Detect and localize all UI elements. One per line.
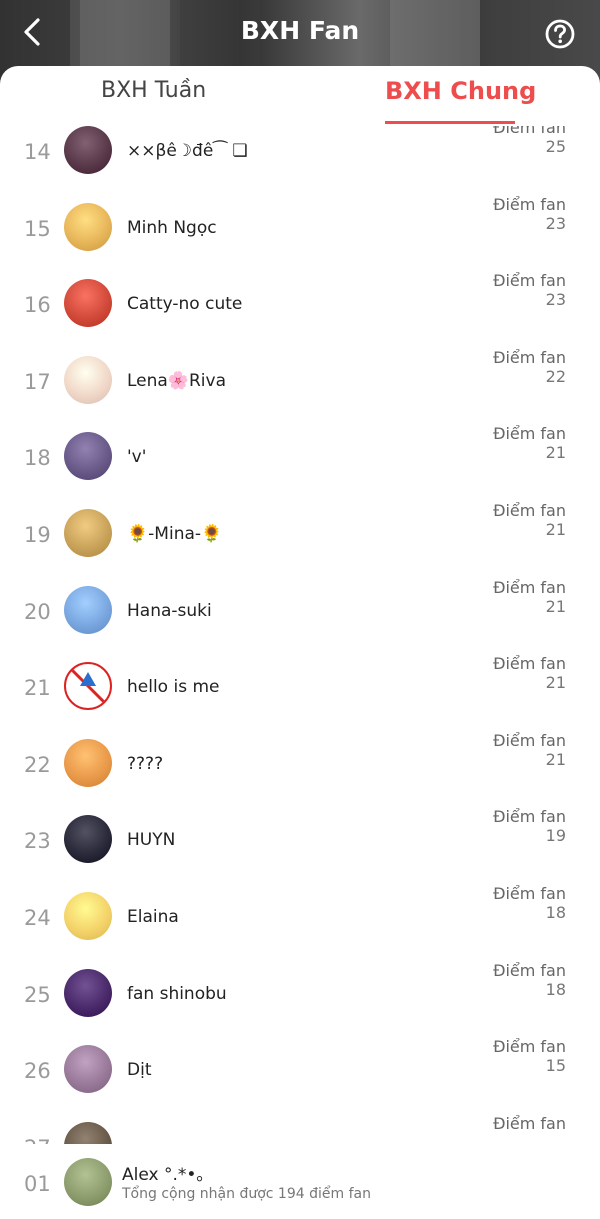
score-label: Điểm fan xyxy=(493,884,566,903)
page-title: BXH Fan xyxy=(240,16,360,45)
score-value: 21 xyxy=(545,673,566,693)
avatar[interactable] xyxy=(64,892,112,940)
question-circle-icon[interactable] xyxy=(544,18,576,50)
rank-number: 24 xyxy=(24,906,51,930)
list-item[interactable]: 16 Catty-no cute Điểm fan 23 xyxy=(0,271,600,356)
fan-name: ××βê☽đê⁀ ❏ xyxy=(127,141,248,161)
score-value: 23 xyxy=(545,290,566,310)
rank-number: 14 xyxy=(24,140,51,164)
list-item[interactable]: 23 HUYN Điểm fan 19 xyxy=(0,807,600,892)
list-item[interactable]: 26 Dịt Điểm fan 15 xyxy=(0,1037,600,1122)
my-avatar[interactable] xyxy=(64,1158,112,1206)
fan-name: HUYN xyxy=(127,830,176,851)
rank-number: 22 xyxy=(24,752,51,777)
avatar[interactable] xyxy=(64,585,112,634)
avatar[interactable] xyxy=(64,815,112,864)
fan-name: 'v' xyxy=(127,447,147,468)
score-label: Điểm fan xyxy=(493,271,566,291)
score-value: 18 xyxy=(545,903,566,922)
my-rank-footer: 01 Alex °.*•｡ Tổng cộng nhận được 194 đi… xyxy=(0,1144,600,1219)
rank-number: 16 xyxy=(24,293,51,318)
score-value: 21 xyxy=(545,443,566,463)
list-item[interactable]: 18 'v' Điểm fan 21 xyxy=(0,424,600,509)
score-label: Điểm fan xyxy=(493,1113,566,1133)
fan-ranking-list[interactable]: 14 ××βê☽đê⁀ ❏ Điểm fan 25 15 Minh Ngọc Điểm fa… xyxy=(0,126,600,1210)
fan-name: Catty-no cute xyxy=(127,294,243,315)
rank-number: 17 xyxy=(24,369,51,394)
fan-name: Dịt xyxy=(127,1060,152,1081)
score-label: Điểm fan xyxy=(493,807,566,827)
list-item[interactable]: 21 hello is me Điểm fan 21 xyxy=(0,654,600,739)
avatar[interactable] xyxy=(64,509,112,557)
my-rank-number: 01 xyxy=(24,1172,51,1196)
score-label: Điểm fan xyxy=(493,654,566,674)
my-total-points: Tổng cộng nhận được 194 điểm fan xyxy=(122,1186,371,1202)
score-value: 21 xyxy=(545,596,566,616)
score-value: 25 xyxy=(545,137,566,156)
score-label: Điểm fan xyxy=(493,347,566,367)
leaderboard-sheet: BXH Tuần BXH Chung 14 ××βê☽đê⁀ ❏ Điểm fan 2… xyxy=(0,66,600,1219)
list-item[interactable]: 24 Elaina Điểm fan 18 xyxy=(0,884,600,969)
score-value: 18 xyxy=(545,979,566,999)
active-tab-indicator xyxy=(385,121,515,124)
score-label: Điểm fan xyxy=(493,126,566,137)
list-item[interactable]: 17 Lena🌸Riva Điểm fan 22 xyxy=(0,348,600,433)
rank-number: 19 xyxy=(24,523,51,547)
fan-name: Elaina xyxy=(127,907,179,927)
rank-number: 15 xyxy=(24,216,51,241)
rank-number: 26 xyxy=(24,1059,51,1084)
tab-weekly[interactable]: BXH Tuần xyxy=(101,78,206,103)
score-label: Điểm fan xyxy=(493,730,566,750)
score-value: 23 xyxy=(545,213,566,233)
avatar[interactable] xyxy=(64,738,112,787)
avatar[interactable] xyxy=(64,355,112,404)
avatar[interactable] xyxy=(64,126,112,174)
list-item[interactable]: 15 Minh Ngọc Điểm fan 23 xyxy=(0,195,600,280)
fan-name: fan shinobu xyxy=(127,983,227,1004)
rank-number: 21 xyxy=(24,676,51,701)
fan-name: hello is me xyxy=(127,677,220,698)
score-label: Điểm fan xyxy=(493,1037,566,1057)
score-value: 15 xyxy=(545,1056,566,1076)
list-item[interactable]: 22???? Điểm fan 21 xyxy=(0,731,600,816)
score-label: Điểm fan xyxy=(493,960,566,980)
rank-number: 18 xyxy=(24,446,51,471)
avatar[interactable] xyxy=(64,968,112,1017)
list-item[interactable]: 25 fan shinobu Điểm fan 18 xyxy=(0,961,600,1046)
tab-bar: BXH Tuần BXH Chung xyxy=(0,66,600,126)
score-value: 19 xyxy=(545,826,566,846)
my-name: Alex °.*•｡ xyxy=(122,1165,205,1185)
list-item[interactable]: 20 Hana-suki Điểm fan 21 xyxy=(0,578,600,663)
avatar[interactable] xyxy=(64,662,112,711)
rank-number: 25 xyxy=(24,982,51,1007)
score-value: 22 xyxy=(545,366,566,386)
tab-general[interactable]: BXH Chung xyxy=(385,77,536,105)
list-item[interactable]: 19 🌻-Mina-🌻 Điểm fan 21 xyxy=(0,501,600,586)
avatar[interactable] xyxy=(64,432,112,481)
fan-name: 🌻-Mina-🌻 xyxy=(127,524,223,544)
avatar[interactable] xyxy=(64,1045,112,1094)
score-value: 21 xyxy=(545,749,566,769)
score-label: Điểm fan xyxy=(493,424,566,444)
score-label: Điểm fan xyxy=(493,577,566,597)
fan-name: Lena🌸Riva xyxy=(127,370,227,391)
list-item[interactable]: 14 ××βê☽đê⁀ ❏ Điểm fan 25 xyxy=(0,126,600,203)
rank-number: 20 xyxy=(24,599,51,624)
fan-name: Hana-suki xyxy=(127,600,212,621)
score-label: Điểm fan xyxy=(493,501,566,520)
avatar[interactable] xyxy=(64,279,112,328)
fan-name: Minh Ngọc xyxy=(127,217,217,238)
avatar[interactable] xyxy=(64,202,112,251)
fan-name: ???? xyxy=(127,753,164,774)
score-label: Điểm fan xyxy=(493,194,566,214)
score-value: 21 xyxy=(545,520,566,539)
no-sign-icon xyxy=(70,669,106,704)
rank-number: 23 xyxy=(24,829,51,854)
